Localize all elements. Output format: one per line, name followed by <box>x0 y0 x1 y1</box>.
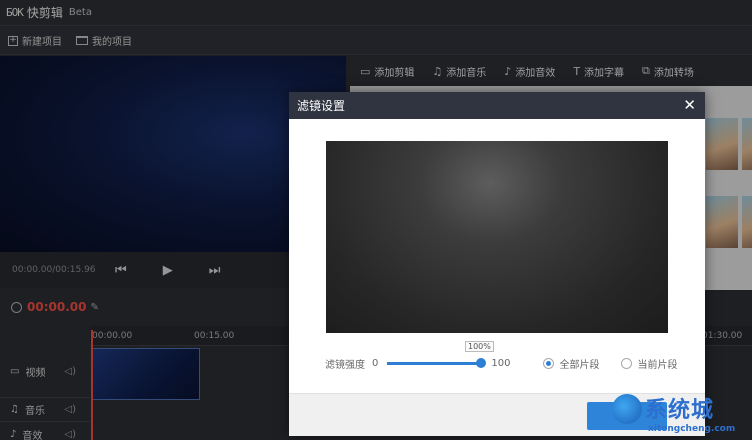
strength-slider[interactable] <box>387 357 487 368</box>
strength-slider-handle[interactable] <box>476 357 487 368</box>
radio-all-clips-label: 全部片段 <box>559 359 600 371</box>
strength-row: 滤镜强度 0 100 全部片段 当前片段 <box>289 355 705 371</box>
strength-label: 滤镜强度 <box>325 359 365 371</box>
strength-max: 100 <box>491 357 511 369</box>
dialog-title: 滤镜设置 <box>297 99 346 113</box>
dialog-body: 100% 滤镜强度 0 100 全部片段 当前片段 <box>289 119 705 393</box>
strength-tooltip: 100% <box>465 341 494 352</box>
watermark: 系统城 xitongcheng.com <box>612 392 752 440</box>
strength-min: 0 <box>372 357 379 369</box>
radio-current-clip-label: 当前片段 <box>637 359 678 371</box>
radio-all-clips[interactable]: 全部片段 <box>543 356 599 371</box>
radio-all-clips-dot[interactable] <box>543 357 555 369</box>
watermark-url: xitongcheng.com <box>648 424 736 434</box>
watermark-logo <box>612 394 642 424</box>
radio-current-clip[interactable]: 当前片段 <box>621 356 677 371</box>
filter-settings-dialog: 滤镜设置 ✕ 100% 滤镜强度 0 100 全部片段 当前片段 <box>289 92 705 436</box>
filter-preview-image <box>326 141 668 333</box>
dialog-header: 滤镜设置 ✕ <box>289 92 705 119</box>
radio-current-clip-dot[interactable] <box>621 357 633 369</box>
close-icon[interactable]: ✕ <box>683 96 696 114</box>
watermark-text: 系统城 <box>645 398 715 423</box>
